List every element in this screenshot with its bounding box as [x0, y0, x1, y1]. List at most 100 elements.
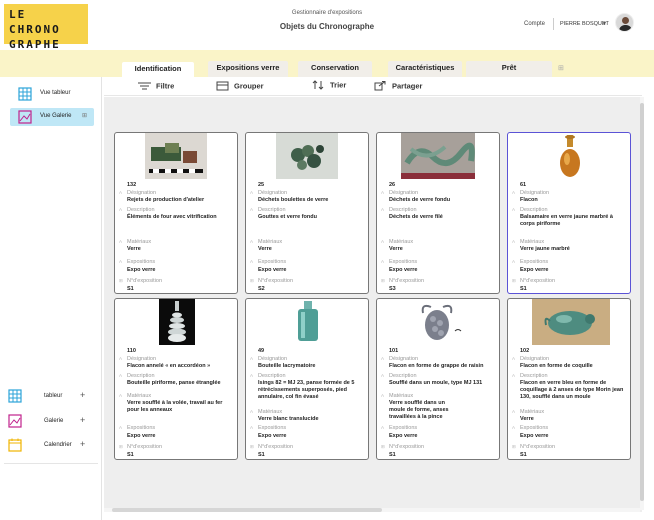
field-label: Expositions: [258, 425, 287, 431]
plus-icon[interactable]: +: [80, 390, 85, 400]
toolbar: Filtre Grouper Trier Partager: [104, 77, 642, 96]
sidebar: Vue tableur Vue Galerie ⊞ tableur + Gale…: [0, 77, 102, 520]
field-label: Désignation: [127, 190, 157, 196]
sidebar-item-label: Galerie: [44, 418, 64, 424]
tab-pret[interactable]: Prêt: [466, 61, 552, 77]
field-value: Verre soufflé à la volée, travail au fer…: [127, 400, 223, 413]
filter-button[interactable]: Filtre: [138, 81, 174, 93]
object-number: 132: [127, 182, 137, 188]
object-image: [115, 133, 237, 179]
field-value: Flacon en forme de coquille: [520, 363, 593, 369]
plus-icon[interactable]: +: [80, 439, 85, 449]
sidebar-add-calendrier[interactable]: Calendrier +: [8, 437, 96, 455]
more-icon[interactable]: ⊞: [82, 112, 87, 119]
field-value: Verre soufflé dans un moule de forme, an…: [389, 400, 449, 420]
field-value: Flacon: [520, 197, 538, 203]
field-label: Description: [389, 373, 417, 379]
field-label: Matériaux: [520, 239, 545, 245]
object-number: 25: [258, 182, 265, 188]
field-label: Description: [258, 373, 286, 379]
grid-icon: [18, 87, 32, 101]
object-number: 26: [389, 182, 396, 188]
sort-button[interactable]: Trier: [312, 80, 346, 92]
field-label: Description: [258, 207, 286, 213]
filter-icon: [138, 82, 151, 90]
field-value: S3: [389, 286, 396, 292]
field-label: Description: [127, 207, 155, 213]
field-label: Description: [520, 373, 548, 379]
sidebar-add-tableur[interactable]: tableur +: [8, 388, 96, 406]
tab-expositions-verre[interactable]: Expositions verre: [208, 61, 288, 77]
field-value: Déchets boulettes de verre: [258, 197, 329, 203]
horizontal-scrollbar[interactable]: [104, 508, 640, 512]
field-label: Matériaux: [389, 393, 414, 399]
field-value: Verre: [520, 416, 534, 422]
field-value: Déchets de verre fondu: [389, 197, 451, 203]
gallery-card[interactable]: 102 A Désignation Flacon en forme de coq…: [507, 298, 631, 460]
field-value: Expo verre: [520, 267, 549, 273]
header-divider: [553, 18, 554, 30]
chevron-down-icon[interactable]: ▾: [603, 20, 606, 27]
field-label: N°d'exposition: [127, 278, 163, 284]
field-value: S1: [520, 286, 527, 292]
object-image: [115, 299, 237, 345]
gallery-card[interactable]: 26 A Désignation Déchets de verre fondu …: [376, 132, 500, 294]
field-label: Matériaux: [127, 239, 152, 245]
field-value: Isings 82 = MJ 23, panse formée de 5 rét…: [258, 380, 355, 400]
sidebar-item-vue-tableur[interactable]: Vue tableur: [10, 85, 94, 103]
field-label: Expositions: [127, 425, 156, 431]
object-number: 110: [127, 348, 136, 354]
field-label: Expositions: [389, 425, 418, 431]
tab-conservation[interactable]: Conservation: [298, 61, 372, 77]
app-header: LE CHRONO GRAPHE Gestionnaire d'expositi…: [0, 0, 654, 51]
field-value: Expo verre: [258, 433, 287, 439]
field-label: Description: [127, 373, 155, 379]
gallery-card[interactable]: 49 A Désignation Bouteille lacrymatoire …: [245, 298, 369, 460]
field-label: Matériaux: [258, 409, 283, 415]
filter-label: Filtre: [156, 81, 175, 91]
object-image: [246, 299, 368, 345]
vertical-scrollbar[interactable]: [640, 97, 644, 510]
object-image: [246, 133, 368, 179]
field-value: Expo verre: [127, 267, 156, 273]
field-label: Désignation: [127, 356, 157, 362]
field-label: Expositions: [258, 259, 287, 265]
grid-icon: [8, 389, 22, 403]
sidebar-item-label: Calendrier: [44, 442, 72, 448]
field-value: S1: [127, 286, 134, 292]
avatar[interactable]: [615, 13, 634, 32]
field-value: Verre: [389, 246, 403, 252]
field-label: Matériaux: [389, 239, 414, 245]
calendar-icon: [8, 438, 22, 452]
field-value: Verre blanc translucide: [258, 416, 319, 422]
field-label: Matériaux: [258, 239, 283, 245]
page-title: Objets du Chronographe: [279, 22, 375, 31]
object-number: 61: [520, 182, 527, 188]
user-name[interactable]: PIERRE BOSQUET: [560, 21, 609, 27]
field-label: Expositions: [127, 259, 156, 265]
tab-identification[interactable]: Identification: [122, 62, 194, 77]
gallery-card[interactable]: 61 A Désignation Flacon A Description Ba…: [507, 132, 631, 294]
gallery-card[interactable]: 132 A Désignation Rejets de production d…: [114, 132, 238, 294]
field-value: Expo verre: [127, 433, 156, 439]
gallery-card[interactable]: 25 A Désignation Déchets boulettes de ve…: [245, 132, 369, 294]
sidebar-item-vue-galerie[interactable]: Vue Galerie ⊞: [10, 108, 94, 126]
account-link[interactable]: Compte: [524, 21, 545, 27]
field-value: Flacon annelé « en accordéon »: [127, 363, 211, 369]
field-label: N°d'exposition: [389, 278, 425, 284]
object-number: 102: [520, 348, 530, 354]
object-image: [377, 133, 499, 179]
object-number: 49: [258, 348, 265, 354]
field-value: Soufflé dans un moule, type MJ 131: [389, 380, 483, 386]
tab-caracteristiques[interactable]: Caractéristiques: [388, 61, 462, 77]
sidebar-add-galerie[interactable]: Galerie +: [8, 413, 96, 431]
group-icon: [216, 81, 229, 91]
pin-icon[interactable]: ⊞: [558, 64, 564, 72]
share-button[interactable]: Partager: [374, 81, 422, 93]
gallery-card[interactable]: 110 A Désignation Flacon annelé « en acc…: [114, 298, 238, 460]
share-label: Partager: [392, 81, 423, 91]
group-button[interactable]: Grouper: [216, 81, 264, 93]
gallery-card[interactable]: 101 A Désignation Flacon en forme de gra…: [376, 298, 500, 460]
app-subtitle: Gestionnaire d'expositions: [291, 10, 363, 16]
plus-icon[interactable]: +: [80, 415, 85, 425]
